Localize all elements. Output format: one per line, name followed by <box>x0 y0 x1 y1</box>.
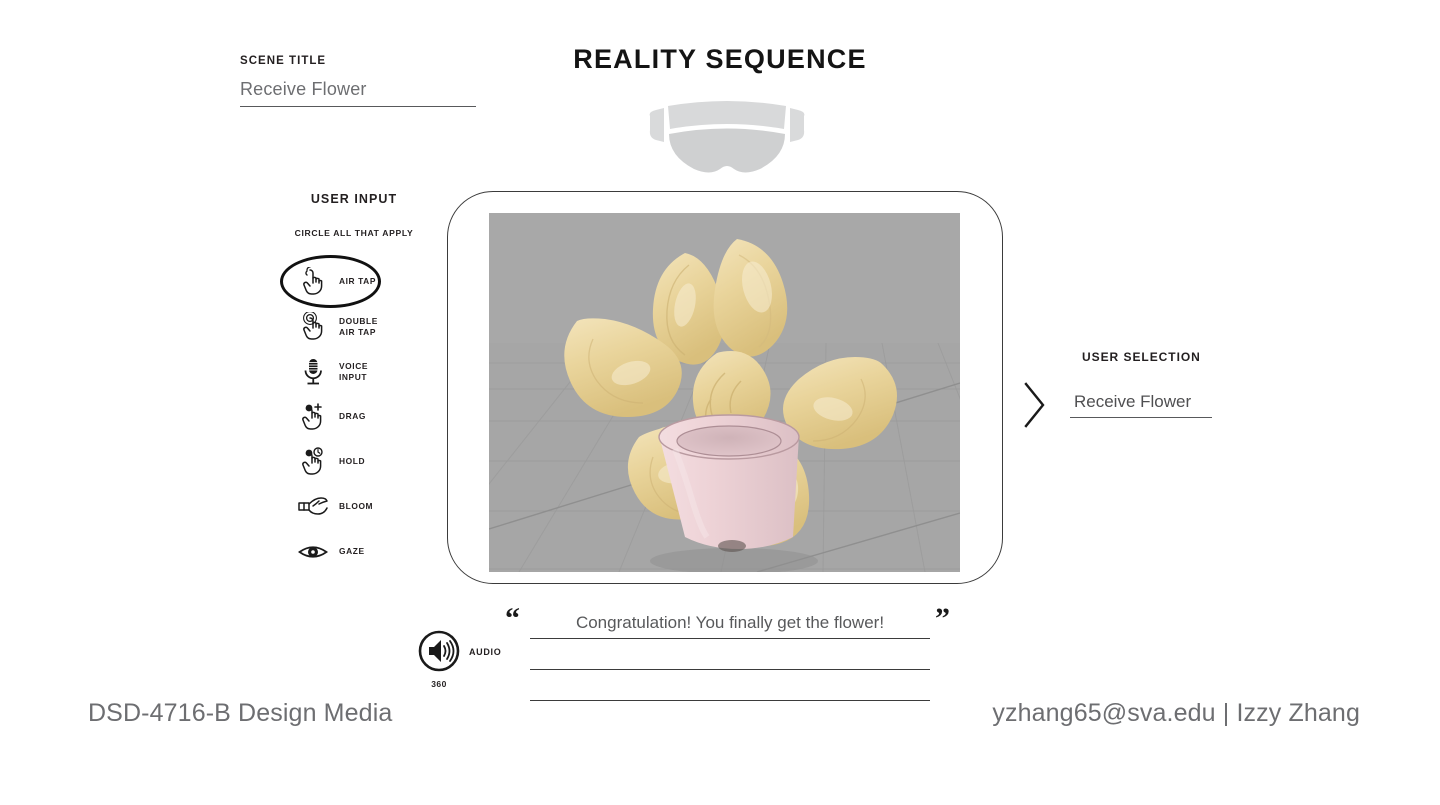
caption-lines: Congratulation! You finally get the flow… <box>530 608 930 701</box>
input-option-label: HOLD <box>339 456 366 467</box>
caption-line[interactable] <box>530 639 930 670</box>
scene-render-image[interactable] <box>489 213 960 572</box>
double-air-tap-icon <box>296 309 330 345</box>
input-option-voice-input[interactable]: VOICE INPUT <box>280 350 450 394</box>
page-title: REALITY SEQUENCE <box>573 44 867 74</box>
user-input-heading: USER INPUT <box>310 192 398 206</box>
caption-line[interactable]: Congratulation! You finally get the flow… <box>530 608 930 639</box>
microphone-icon <box>296 354 330 390</box>
footer-author: yzhang65@sva.edu | Izzy Zhang <box>992 699 1360 727</box>
input-option-label: AIR TAP <box>339 276 376 287</box>
speaker-volume-icon[interactable] <box>417 630 461 677</box>
input-option-label: DRAG <box>339 411 367 422</box>
input-option-label: GAZE <box>339 546 365 557</box>
hold-icon <box>296 444 330 480</box>
chevron-right-icon <box>1022 380 1048 430</box>
air-tap-icon <box>296 264 330 300</box>
caption-line[interactable] <box>530 670 930 701</box>
user-selection-value[interactable]: Receive Flower <box>1070 392 1212 417</box>
audio-label: AUDIO <box>469 647 502 657</box>
quote-close-icon: ” <box>935 602 950 635</box>
user-selection-heading: USER SELECTION <box>1082 350 1201 364</box>
vr-headset-icon <box>634 96 820 176</box>
user-input-options: AIR TAP DOUBLE AIR TAP VOICE INPUT DRAG … <box>280 255 450 574</box>
audio-block: 360 AUDIO <box>417 630 527 689</box>
input-option-bloom[interactable]: BLOOM <box>280 485 450 529</box>
eye-gaze-icon <box>296 534 330 570</box>
caption-text: Congratulation! You finally get the flow… <box>575 613 885 632</box>
input-option-label: DOUBLE AIR TAP <box>339 315 378 337</box>
input-option-air-tap[interactable]: AIR TAP <box>280 255 450 308</box>
user-input-panel: USER INPUT CIRCLE ALL THAT APPLY AIR TAP… <box>280 192 450 575</box>
input-option-hold[interactable]: HOLD <box>280 440 450 484</box>
user-input-instruction: CIRCLE ALL THAT APPLY <box>294 228 414 238</box>
scene-title-underline <box>240 106 476 107</box>
drag-icon <box>296 399 330 435</box>
input-option-label: VOICE INPUT <box>339 360 369 382</box>
user-selection-panel: USER SELECTION Receive Flower <box>1022 350 1252 430</box>
input-option-label: BLOOM <box>339 501 374 512</box>
input-option-drag[interactable]: DRAG <box>280 395 450 439</box>
bloom-hand-icon <box>296 489 330 525</box>
audio-spatial-value: 360 <box>431 679 447 689</box>
input-option-double-air-tap[interactable]: DOUBLE AIR TAP <box>280 305 450 349</box>
quote-open-icon: “ <box>505 602 520 635</box>
input-option-gaze[interactable]: GAZE <box>280 530 450 574</box>
reality-sequence-storyboard: SCENE TITLE Receive Flower REALITY SEQUE… <box>0 0 1440 805</box>
footer-course: DSD-4716-B Design Media <box>88 699 393 727</box>
scene-title-value[interactable]: Receive Flower <box>240 79 480 106</box>
user-selection-underline <box>1070 417 1212 418</box>
